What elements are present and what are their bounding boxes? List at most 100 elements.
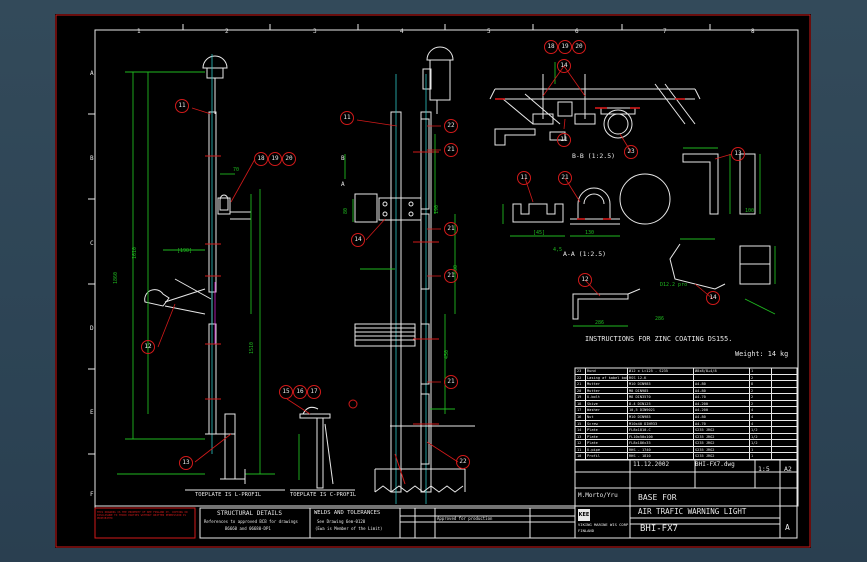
bom-cell-qty: 1/2 [751, 434, 758, 439]
bom-cell-spec: RHS - 1740 [629, 447, 651, 452]
struct-title: STRUCTURAL DETAILS [217, 510, 283, 517]
bom-cell-std: A4-80 [695, 382, 706, 387]
bom-col-divider [749, 446, 750, 453]
bom-cell-name: Mutter [587, 388, 600, 393]
bom-cell-std: S235 JRG2 [695, 441, 715, 446]
bom-col-divider [627, 420, 628, 427]
bom-cell-std: A4-70 [695, 421, 706, 426]
bom-col-divider [585, 387, 586, 394]
bom-cell-qty: 1 [751, 369, 754, 373]
bom-cell-std [695, 375, 745, 381]
bom-cell-name: U-bolt [587, 395, 600, 400]
bom-col-divider [771, 433, 772, 440]
bom-cell-spec: RHS - 1810 [629, 454, 651, 459]
section-aa-label: A-A (1:2.5) [563, 250, 607, 258]
tb-rev: A [785, 523, 790, 532]
toeplate-l-detail [185, 413, 285, 491]
balloon-18: 18 [544, 40, 558, 54]
bom-col-divider [771, 420, 772, 427]
bom-cell-spec: RSS 12-K [629, 375, 647, 380]
dim-d8: 286 [655, 316, 665, 322]
bom-col-divider [749, 407, 750, 413]
balloon-11: 11 [340, 111, 354, 125]
section-bb-label: B-B (1:2.5) [572, 152, 616, 160]
welds-title: WELDS AND TOLERANCES [314, 510, 381, 516]
balloon-11: 11 [517, 171, 531, 185]
svg-text:100: 100 [745, 208, 754, 214]
bom-col-divider [585, 400, 586, 407]
disclaimer-note: THIS DRAWING IS THE PROPERTY OF KEE FINL… [97, 511, 188, 521]
bom-cell-name: Lasing af kabel bakke [587, 375, 627, 380]
balloon-19: 19 [268, 152, 282, 166]
bom-cell-qty: 2 [751, 395, 754, 400]
svg-text:190: 190 [434, 205, 440, 214]
bom-col-divider [585, 420, 586, 427]
bom-col-divider [627, 414, 628, 420]
bom-col-divider [693, 433, 694, 440]
bom-col-divider [693, 368, 694, 374]
bom-col-divider [585, 368, 586, 374]
grid-row-c: C [90, 240, 94, 247]
bom-cell-qty: 1/2 [751, 441, 758, 446]
bom-cell-pos: 13 [577, 434, 582, 439]
balloon-16: 16 [293, 385, 307, 399]
svg-text:70: 70 [233, 167, 239, 173]
bom-cell-qty: 8 [751, 382, 754, 387]
balloon-20: 20 [282, 152, 296, 166]
bom-col-divider [693, 420, 694, 427]
bom-cell-std: A4-80 [695, 388, 706, 393]
bom-cell-qty: 4 [751, 415, 754, 419]
balloon-21: 21 [444, 222, 458, 236]
balloon-14: 14 [706, 291, 720, 305]
bom-col-divider [749, 400, 750, 407]
welds-line2: (Ewa is Member of the Limit) [315, 526, 383, 531]
bom-col-divider [749, 440, 750, 446]
bom-col-divider [771, 453, 772, 459]
bom-col-divider [585, 453, 586, 459]
tb-sheet-size: A2 [784, 465, 792, 473]
bom-col-divider [693, 381, 694, 387]
bom-row: 15 Screw M10x40 DIN933 A4-70 4 [575, 420, 797, 428]
bom-cell-name: Mutter [587, 382, 600, 387]
bom-col-divider [693, 446, 694, 453]
bom-cell-pos: 10 [577, 454, 582, 459]
bom-col-divider [627, 387, 628, 394]
bom-col-divider [749, 420, 750, 427]
bom-cell-qty: 2 [751, 388, 754, 393]
company-logo: KEE [578, 509, 590, 521]
bom-cell-qty: 1 [751, 454, 754, 459]
bom-col-divider [627, 368, 628, 374]
balloon-14: 14 [351, 233, 365, 247]
grid-col-5: 5 [487, 28, 491, 35]
balloon-20: 20 [572, 40, 586, 54]
dim-d9: 4,5 [553, 247, 563, 253]
bom-col-divider [693, 400, 694, 407]
balloon-21: 21 [558, 171, 572, 185]
bom-cell-qty: 4 [751, 421, 754, 426]
bom-col-divider [771, 427, 772, 433]
bom-cell-name: Washer [587, 408, 600, 413]
bom-cell-name: Plate [587, 441, 598, 446]
bom-col-divider [749, 414, 750, 420]
bom-cell-pos: 17 [577, 408, 582, 413]
tb-drawing-no: BHI-FX7 [640, 524, 678, 534]
bom-col-divider [585, 433, 586, 440]
bom-cell-qty: 2 [751, 401, 754, 406]
tb-rev-text: Approved for production [437, 516, 493, 521]
bom-cell-name: Nut [587, 415, 594, 419]
toeplate-c-detail [290, 399, 358, 491]
grid-row-f: F [90, 491, 94, 498]
bom-col-divider [585, 394, 586, 400]
bom-cell-spec: M8 DIN985 [629, 388, 649, 393]
grid-row-a: A [90, 70, 94, 77]
bom-col-divider [693, 374, 694, 381]
balloon-22: 22 [456, 455, 470, 469]
bom-cell-pos: 20 [577, 388, 582, 393]
bom-cell-qty: 4 [751, 408, 754, 413]
bom-cell-spec: 8.4 DIN125 [629, 401, 651, 406]
svg-text:1860: 1860 [113, 272, 119, 284]
bom-cell-qty: 2 [751, 375, 754, 380]
balloon-21: 21 [444, 375, 458, 389]
svg-text:[45]: [45] [533, 230, 545, 236]
grid-row-e: E [90, 409, 94, 416]
